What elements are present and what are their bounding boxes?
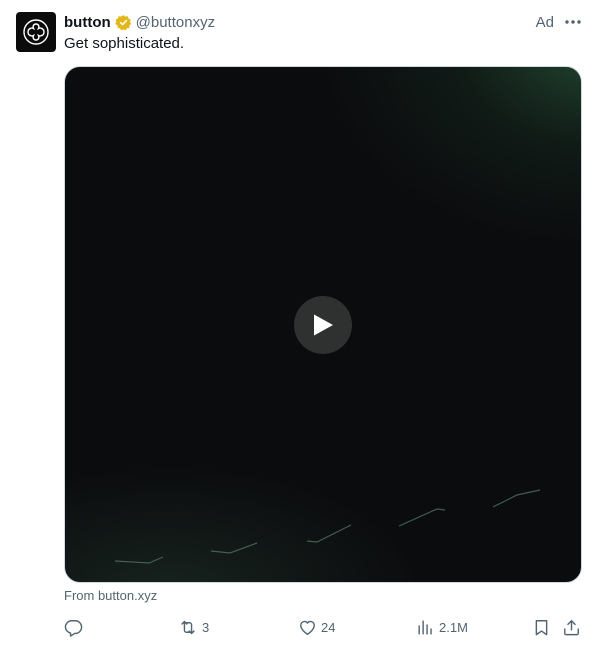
more-icon bbox=[565, 20, 581, 24]
bookmark-icon bbox=[532, 618, 551, 637]
action-bar: 3 24 2.1M bbox=[64, 615, 582, 639]
play-icon bbox=[314, 314, 333, 336]
play-button[interactable] bbox=[294, 296, 352, 354]
bookmark-button[interactable] bbox=[532, 615, 551, 639]
repost-icon bbox=[178, 618, 198, 637]
repost-button[interactable]: 3 bbox=[178, 615, 209, 639]
ad-post[interactable]: button @buttonxyz Ad Get sophisticated. bbox=[0, 0, 598, 648]
video-player[interactable] bbox=[64, 66, 582, 583]
avatar[interactable] bbox=[16, 12, 56, 52]
like-count: 24 bbox=[321, 619, 336, 635]
like-button[interactable]: 24 bbox=[298, 615, 335, 639]
more-options-button[interactable] bbox=[564, 13, 582, 31]
post-header: button @buttonxyz Ad bbox=[64, 12, 582, 32]
views-icon bbox=[416, 618, 435, 637]
reply-icon bbox=[64, 618, 83, 637]
author-name[interactable]: button bbox=[64, 14, 111, 31]
repost-count: 3 bbox=[202, 619, 210, 635]
verified-badge-icon bbox=[114, 14, 132, 31]
post-text: Get sophisticated. bbox=[64, 35, 185, 52]
reply-button[interactable] bbox=[64, 615, 87, 639]
views-button[interactable]: 2.1M bbox=[416, 615, 468, 639]
source-link[interactable]: From button.xyz bbox=[64, 588, 157, 603]
ad-label: Ad bbox=[535, 13, 554, 31]
share-icon bbox=[562, 618, 581, 637]
share-button[interactable] bbox=[562, 615, 581, 639]
views-count: 2.1M bbox=[439, 619, 468, 635]
heart-icon bbox=[298, 618, 317, 637]
author-handle[interactable]: @buttonxyz bbox=[136, 14, 215, 31]
button-logo-icon bbox=[23, 19, 49, 45]
